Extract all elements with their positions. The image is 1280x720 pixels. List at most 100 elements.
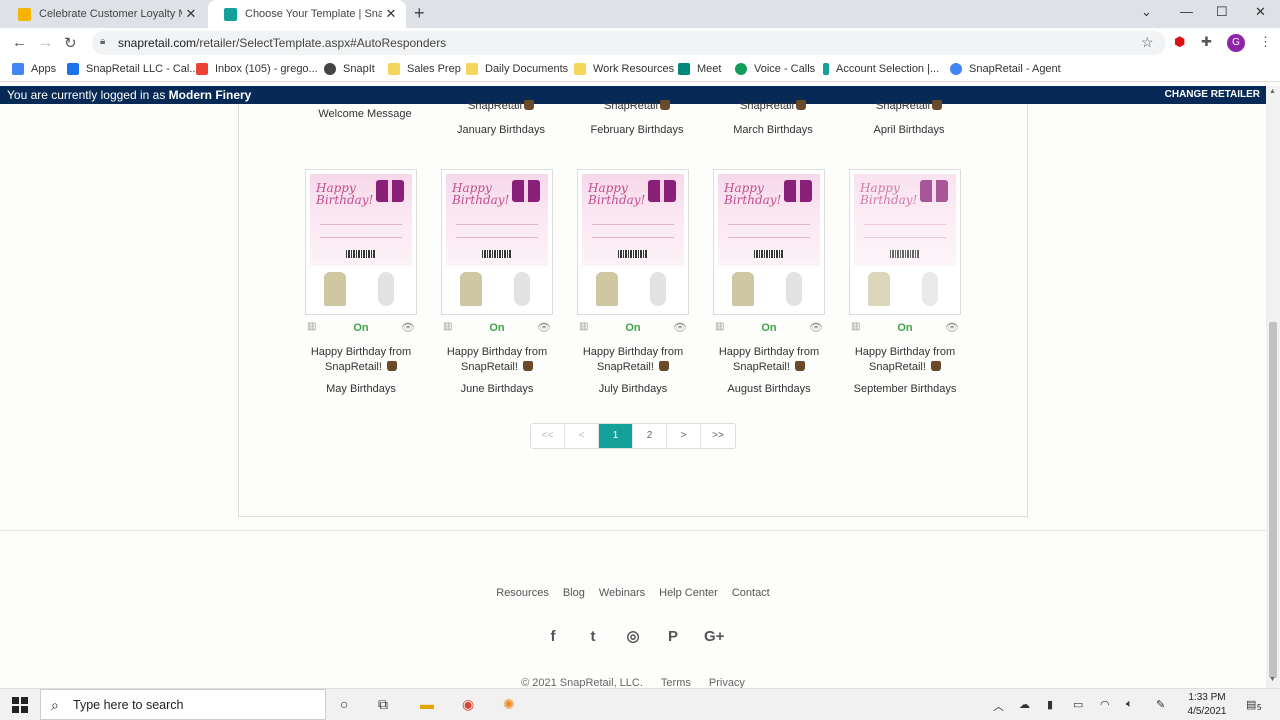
cake-emoji-icon xyxy=(794,361,805,371)
cake-emoji-icon xyxy=(795,100,806,110)
bookmark-snapit[interactable]: SnapIt xyxy=(324,63,375,75)
extensions-puzzle-icon[interactable]: ✚ xyxy=(1201,34,1212,50)
footer-link-blog[interactable]: Blog xyxy=(563,587,585,599)
preview-eye-icon[interactable]: 👁︎ xyxy=(945,321,959,334)
bookmark-account-selection[interactable]: Account Selection |... xyxy=(823,63,939,75)
template-schedule: April Birthdays xyxy=(873,124,945,136)
cortana-icon[interactable]: ○ xyxy=(340,696,348,712)
forward-arrow-icon[interactable]: → xyxy=(38,34,53,51)
bookmark-meet[interactable]: Meet xyxy=(678,63,721,75)
back-arrow-icon[interactable]: ← xyxy=(12,34,27,51)
bookmark-star-icon[interactable]: ☆ xyxy=(1141,34,1154,51)
preview-eye-icon[interactable]: 👁︎ xyxy=(673,321,687,334)
template-thumbnail[interactable]: Happy Birthday! xyxy=(577,169,689,315)
preview-eye-icon[interactable]: 👁︎ xyxy=(401,321,415,334)
cake-emoji-icon xyxy=(522,361,533,371)
footer-link-webinars[interactable]: Webinars xyxy=(599,587,645,599)
next-page-button[interactable]: > xyxy=(667,424,701,448)
windows-start-icon[interactable] xyxy=(12,697,28,713)
template-card-september[interactable]: Happy Birthday! ▥ On 👁︎ Happy Birthday f… xyxy=(849,169,961,395)
notifications-icon[interactable]: ▤ xyxy=(1246,698,1256,711)
template-card-june[interactable]: Happy Birthday! ▥ On 👁︎ Happy Birthday f… xyxy=(441,169,553,395)
minimize-button[interactable]: — xyxy=(1180,4,1193,19)
tab-title: Choose Your Template | SnapRet xyxy=(245,8,382,20)
footer-link-contact[interactable]: Contact xyxy=(732,587,770,599)
card-toolbar: ▥ On 👁︎ xyxy=(441,321,553,335)
taskbar-clock[interactable]: 1:33 PM 4/5/2021 xyxy=(1182,691,1232,719)
url-text[interactable]: snapretail.com/retailer/SelectTemplate.a… xyxy=(118,36,446,50)
bookmark-voice-calls[interactable]: Voice - Calls xyxy=(735,63,815,75)
battery-icon[interactable]: ▭ xyxy=(1073,698,1083,711)
google-plus-icon[interactable]: G+ xyxy=(704,628,724,646)
tab-celebrate-customer-loyalty[interactable]: Celebrate Customer Loyalty Mon ✕ xyxy=(2,0,206,28)
twitter-icon[interactable]: t xyxy=(584,628,602,646)
snapretail-app-icon[interactable]: ✺ xyxy=(503,696,515,713)
page-scrollbar[interactable]: ▲ ▼ xyxy=(1266,86,1280,688)
template-name: SnapRetail xyxy=(876,100,930,112)
lock-icon[interactable]: 🔒︎ xyxy=(100,36,105,47)
bookmark-sales-prep[interactable]: Sales Prep xyxy=(388,63,461,75)
change-retailer-link[interactable]: CHANGE RETAILER xyxy=(1165,89,1260,100)
page-2-button[interactable]: 2 xyxy=(633,424,667,448)
bookmark-snapretail-agent[interactable]: SnapRetail - Agent xyxy=(950,63,1061,75)
onedrive-icon[interactable]: ☁ xyxy=(1019,698,1030,711)
footer-link-resources[interactable]: Resources xyxy=(496,587,549,599)
facebook-icon[interactable]: f xyxy=(544,628,562,646)
close-window-button[interactable]: ✕ xyxy=(1255,4,1266,20)
address-bar-row: ← → ↻ 🔒︎ snapretail.com/retailer/SelectT… xyxy=(0,28,1280,58)
footer-link-help-center[interactable]: Help Center xyxy=(659,587,718,599)
task-view-icon[interactable]: ⧉ xyxy=(378,696,388,713)
bookmark-daily-documents[interactable]: Daily Documents xyxy=(466,63,568,75)
template-card-august[interactable]: Happy Birthday! ▥ On 👁︎ Happy Birthday f… xyxy=(713,169,825,395)
template-caption: SnapRetail February Birthdays xyxy=(569,100,705,136)
close-tab-icon[interactable]: ✕ xyxy=(382,6,400,22)
template-schedule: February Birthdays xyxy=(590,124,684,136)
preview-eye-icon[interactable]: 👁︎ xyxy=(809,321,823,334)
new-tab-button[interactable]: + xyxy=(414,3,425,24)
bookmark-apps[interactable]: Apps xyxy=(12,63,56,75)
gift-image xyxy=(784,180,812,202)
divider xyxy=(592,224,674,238)
pen-icon[interactable]: ✎ xyxy=(1156,698,1165,711)
template-card-july[interactable]: Happy Birthday! ▥ On 👁︎ Happy Birthday f… xyxy=(577,169,689,395)
preview-eye-icon[interactable]: 👁︎ xyxy=(537,321,551,334)
template-card-may[interactable]: Happy Birthday! ▥ On 👁︎ Happy Birthday f… xyxy=(305,169,417,395)
template-name: SnapRetail xyxy=(740,100,794,112)
close-tab-icon[interactable]: ✕ xyxy=(182,6,200,22)
tab-search-icon[interactable]: ⌄ xyxy=(1141,4,1152,20)
show-hidden-icons-icon[interactable]: ︿ xyxy=(993,698,1004,714)
usb-icon[interactable]: ▮ xyxy=(1047,698,1053,711)
last-page-button[interactable]: >> xyxy=(701,424,735,448)
template-thumbnail[interactable]: Happy Birthday! xyxy=(305,169,417,315)
taskbar-search-box[interactable]: ⌕ Type here to search xyxy=(40,689,326,720)
tab-choose-your-template[interactable]: Choose Your Template | SnapRet ✕ xyxy=(208,0,406,28)
chrome-icon[interactable]: ◉ xyxy=(462,696,474,713)
maximize-button[interactable]: ☐ xyxy=(1216,4,1228,20)
page-1-button[interactable]: 1 xyxy=(599,424,633,448)
extension-adblock-icon[interactable]: ⬢ xyxy=(1174,34,1185,50)
template-name: Happy Birthday from SnapRetail! xyxy=(582,346,684,373)
first-page-button[interactable]: << xyxy=(531,424,565,448)
template-thumbnail[interactable]: Happy Birthday! xyxy=(713,169,825,315)
reload-icon[interactable]: ↻ xyxy=(64,34,77,52)
file-explorer-icon[interactable]: ▬ xyxy=(420,696,434,712)
template-thumbnail[interactable]: Happy Birthday! xyxy=(849,169,961,315)
bookmark-work-resources[interactable]: Work Resources xyxy=(574,63,674,75)
chrome-menu-icon[interactable]: ⋮ xyxy=(1259,34,1272,50)
phone-icon xyxy=(735,63,747,75)
scroll-down-arrow-icon[interactable]: ▼ xyxy=(1269,676,1276,683)
wifi-icon[interactable]: ◠ xyxy=(1100,698,1110,711)
bookmark-snapretail-calendar[interactable]: SnapRetail LLC - Cal... xyxy=(67,63,199,75)
profile-avatar[interactable]: G xyxy=(1227,34,1245,52)
scrollbar-thumb[interactable] xyxy=(1269,322,1277,678)
template-thumbnail[interactable]: Happy Birthday! xyxy=(441,169,553,315)
prev-page-button[interactable]: < xyxy=(565,424,599,448)
instagram-icon[interactable]: ◎ xyxy=(624,628,642,646)
volume-icon[interactable]: 🔈︎ xyxy=(1126,698,1133,711)
pinterest-icon[interactable]: P xyxy=(664,628,682,646)
divider xyxy=(864,224,946,238)
snapretail-icon xyxy=(823,63,829,75)
search-placeholder: Type here to search xyxy=(73,698,184,712)
scroll-up-arrow-icon[interactable]: ▲ xyxy=(1269,88,1276,95)
bookmark-inbox[interactable]: Inbox (105) - grego... xyxy=(196,63,318,75)
